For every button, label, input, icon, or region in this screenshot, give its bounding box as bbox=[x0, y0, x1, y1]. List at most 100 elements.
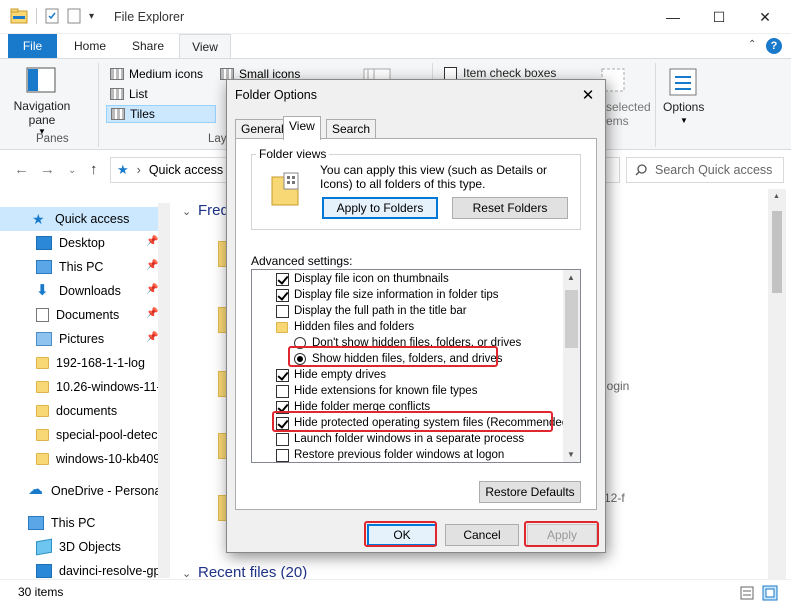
checkbox[interactable] bbox=[276, 384, 289, 398]
close-window-button[interactable]: ✕ bbox=[742, 0, 788, 34]
frequent-folders-header[interactable]: Freq bbox=[198, 202, 229, 219]
item-check-boxes-label: Item check boxes bbox=[463, 66, 557, 80]
apply-button[interactable]: Apply bbox=[527, 524, 597, 546]
content-scrollbar[interactable]: ▲ bbox=[768, 189, 786, 579]
back-arrow-icon[interactable]: ← bbox=[14, 161, 29, 178]
minimize-button[interactable]: — bbox=[650, 0, 696, 34]
checkbox[interactable] bbox=[276, 288, 289, 302]
nav-item-this-pc[interactable]: This PC bbox=[0, 511, 158, 535]
recent-locations-icon[interactable]: ⌄ bbox=[68, 165, 76, 176]
setting-display-file-size[interactable]: Display file size information in folder … bbox=[276, 287, 499, 303]
ok-button[interactable]: OK bbox=[367, 524, 437, 546]
collapse-chevron-icon[interactable]: ⌄ bbox=[182, 567, 191, 579]
setting-hide-merge-conflicts[interactable]: Hide folder merge conflicts bbox=[276, 399, 430, 415]
folder-views-description: You can apply this view (such as Details… bbox=[320, 163, 548, 191]
scroll-up-icon[interactable]: ▲ bbox=[567, 273, 575, 282]
checkbox[interactable] bbox=[276, 400, 289, 414]
checkbox[interactable] bbox=[276, 368, 289, 382]
tab-view[interactable]: View bbox=[179, 34, 231, 58]
details-view-icon[interactable] bbox=[740, 586, 754, 600]
setting-launch-separate-process[interactable]: Launch folder windows in a separate proc… bbox=[276, 431, 524, 447]
properties-icon[interactable] bbox=[45, 8, 59, 24]
up-arrow-icon[interactable]: ↑ bbox=[90, 161, 98, 178]
options-icon[interactable] bbox=[668, 67, 698, 97]
ribbon-collapse-icon[interactable]: ⌃ bbox=[748, 39, 756, 50]
advanced-settings-scrollbar[interactable]: ▲ ▼ bbox=[563, 270, 580, 462]
radio-button[interactable] bbox=[294, 337, 306, 349]
hide-selected-button[interactable]: selected ems bbox=[606, 100, 651, 128]
setting-restore-windows[interactable]: Restore previous folder windows at logon bbox=[276, 447, 504, 462]
setting-display-file-icon[interactable]: Display file icon on thumbnails bbox=[276, 271, 449, 287]
navigation-pane-icon[interactable] bbox=[26, 67, 56, 93]
nav-item-3d-objects[interactable]: 3D Objects bbox=[0, 535, 158, 559]
nav-item-quick-access[interactable]: ★ Quick access bbox=[0, 207, 158, 231]
nav-item-documents[interactable]: Documents 📌 bbox=[0, 303, 158, 327]
setting-display-full-path[interactable]: Display the full path in the title bar bbox=[276, 303, 467, 319]
checkbox[interactable] bbox=[276, 432, 289, 446]
cancel-button[interactable]: Cancel bbox=[445, 524, 519, 546]
layout-list[interactable]: List bbox=[106, 85, 216, 103]
search-icon bbox=[635, 164, 647, 176]
desktop-icon bbox=[36, 236, 52, 250]
advanced-settings-list[interactable]: Display file icon on thumbnails Display … bbox=[251, 269, 581, 463]
checkbox[interactable] bbox=[276, 448, 289, 462]
nav-item-folder[interactable]: davinci-resolve-gp bbox=[0, 559, 158, 578]
tab-view-options[interactable]: View bbox=[283, 116, 321, 140]
tab-share[interactable]: Share bbox=[124, 34, 172, 58]
apply-to-folders-button[interactable]: Apply to Folders bbox=[322, 197, 438, 219]
setting-dont-show-hidden[interactable]: Don't show hidden files, folders, or dri… bbox=[294, 335, 521, 351]
setting-hide-extensions[interactable]: Hide extensions for known file types bbox=[276, 383, 477, 399]
nav-item-folder[interactable]: 192-168-1-1-log bbox=[0, 351, 158, 375]
nav-item-folder[interactable]: special-pool-detec bbox=[0, 423, 158, 447]
nav-item-folder[interactable]: windows-10-kb409 bbox=[0, 447, 158, 471]
forward-arrow-icon[interactable]: → bbox=[40, 161, 55, 178]
navigation-pane-scrollbar[interactable] bbox=[158, 203, 170, 578]
address-location[interactable]: Quick access bbox=[149, 163, 223, 177]
collapse-chevron-icon[interactable]: ⌄ bbox=[182, 205, 191, 218]
restore-defaults-button[interactable]: Restore Defaults bbox=[479, 481, 581, 503]
customize-qat-icon[interactable]: ▾ bbox=[89, 11, 94, 22]
tab-general[interactable]: General bbox=[235, 119, 290, 139]
options-button[interactable]: Options bbox=[663, 100, 704, 114]
checkbox[interactable] bbox=[276, 416, 289, 430]
nav-item-downloads[interactable]: ⬇ Downloads 📌 bbox=[0, 279, 158, 303]
help-icon[interactable]: ? bbox=[766, 38, 782, 54]
folder-icon bbox=[36, 429, 49, 441]
new-folder-icon[interactable] bbox=[67, 8, 81, 24]
radio-button[interactable] bbox=[294, 353, 306, 365]
large-icons-view-icon[interactable] bbox=[762, 585, 778, 601]
search-box[interactable]: Search Quick access bbox=[626, 157, 784, 183]
tab-file[interactable]: File bbox=[8, 34, 57, 58]
setting-label: Launch folder windows in a separate proc… bbox=[294, 433, 525, 445]
content-scrollbar-thumb[interactable] bbox=[772, 211, 782, 293]
nav-item-folder[interactable]: 10.26-windows-11- bbox=[0, 375, 158, 399]
checkbox[interactable] bbox=[276, 272, 289, 286]
ribbon-separator bbox=[98, 63, 99, 147]
navigation-pane-button[interactable]: Navigation pane bbox=[12, 99, 72, 127]
options-dropdown-icon[interactable]: ▼ bbox=[680, 116, 688, 125]
maximize-button[interactable]: ☐ bbox=[696, 0, 742, 34]
setting-label: Show hidden files, folders, and drives bbox=[312, 353, 503, 365]
pictures-icon bbox=[36, 332, 52, 346]
nav-item-this-pc-quick[interactable]: This PC 📌 bbox=[0, 255, 158, 279]
setting-hide-protected-files[interactable]: Hide protected operating system files (R… bbox=[276, 415, 572, 431]
nav-item-pictures[interactable]: Pictures 📌 bbox=[0, 327, 158, 351]
nav-item-folder[interactable]: documents bbox=[0, 399, 158, 423]
layout-tiles[interactable]: Tiles bbox=[106, 105, 216, 123]
scroll-up-icon[interactable]: ▲ bbox=[773, 193, 780, 200]
scroll-down-icon[interactable]: ▼ bbox=[567, 450, 575, 459]
advanced-settings-scrollbar-thumb[interactable] bbox=[565, 290, 578, 348]
tab-search[interactable]: Search bbox=[326, 119, 377, 139]
checkbox[interactable] bbox=[276, 304, 289, 318]
item-count: 30 items bbox=[18, 585, 64, 599]
layout-medium-icons[interactable]: Medium icons bbox=[106, 65, 216, 83]
nav-item-desktop[interactable]: Desktop 📌 bbox=[0, 231, 158, 255]
tab-home[interactable]: Home bbox=[66, 34, 114, 58]
dialog-close-button[interactable]: ✕ bbox=[571, 80, 605, 110]
nav-item-onedrive[interactable]: ☁ OneDrive - Personal bbox=[0, 479, 158, 503]
setting-show-hidden[interactable]: Show hidden files, folders, and drives bbox=[294, 351, 503, 367]
reset-folders-button[interactable]: Reset Folders bbox=[452, 197, 568, 219]
recent-files-header[interactable]: Recent files (20) bbox=[198, 564, 307, 579]
folder-views-icon bbox=[271, 172, 299, 206]
setting-hide-empty-drives[interactable]: Hide empty drives bbox=[276, 367, 386, 383]
